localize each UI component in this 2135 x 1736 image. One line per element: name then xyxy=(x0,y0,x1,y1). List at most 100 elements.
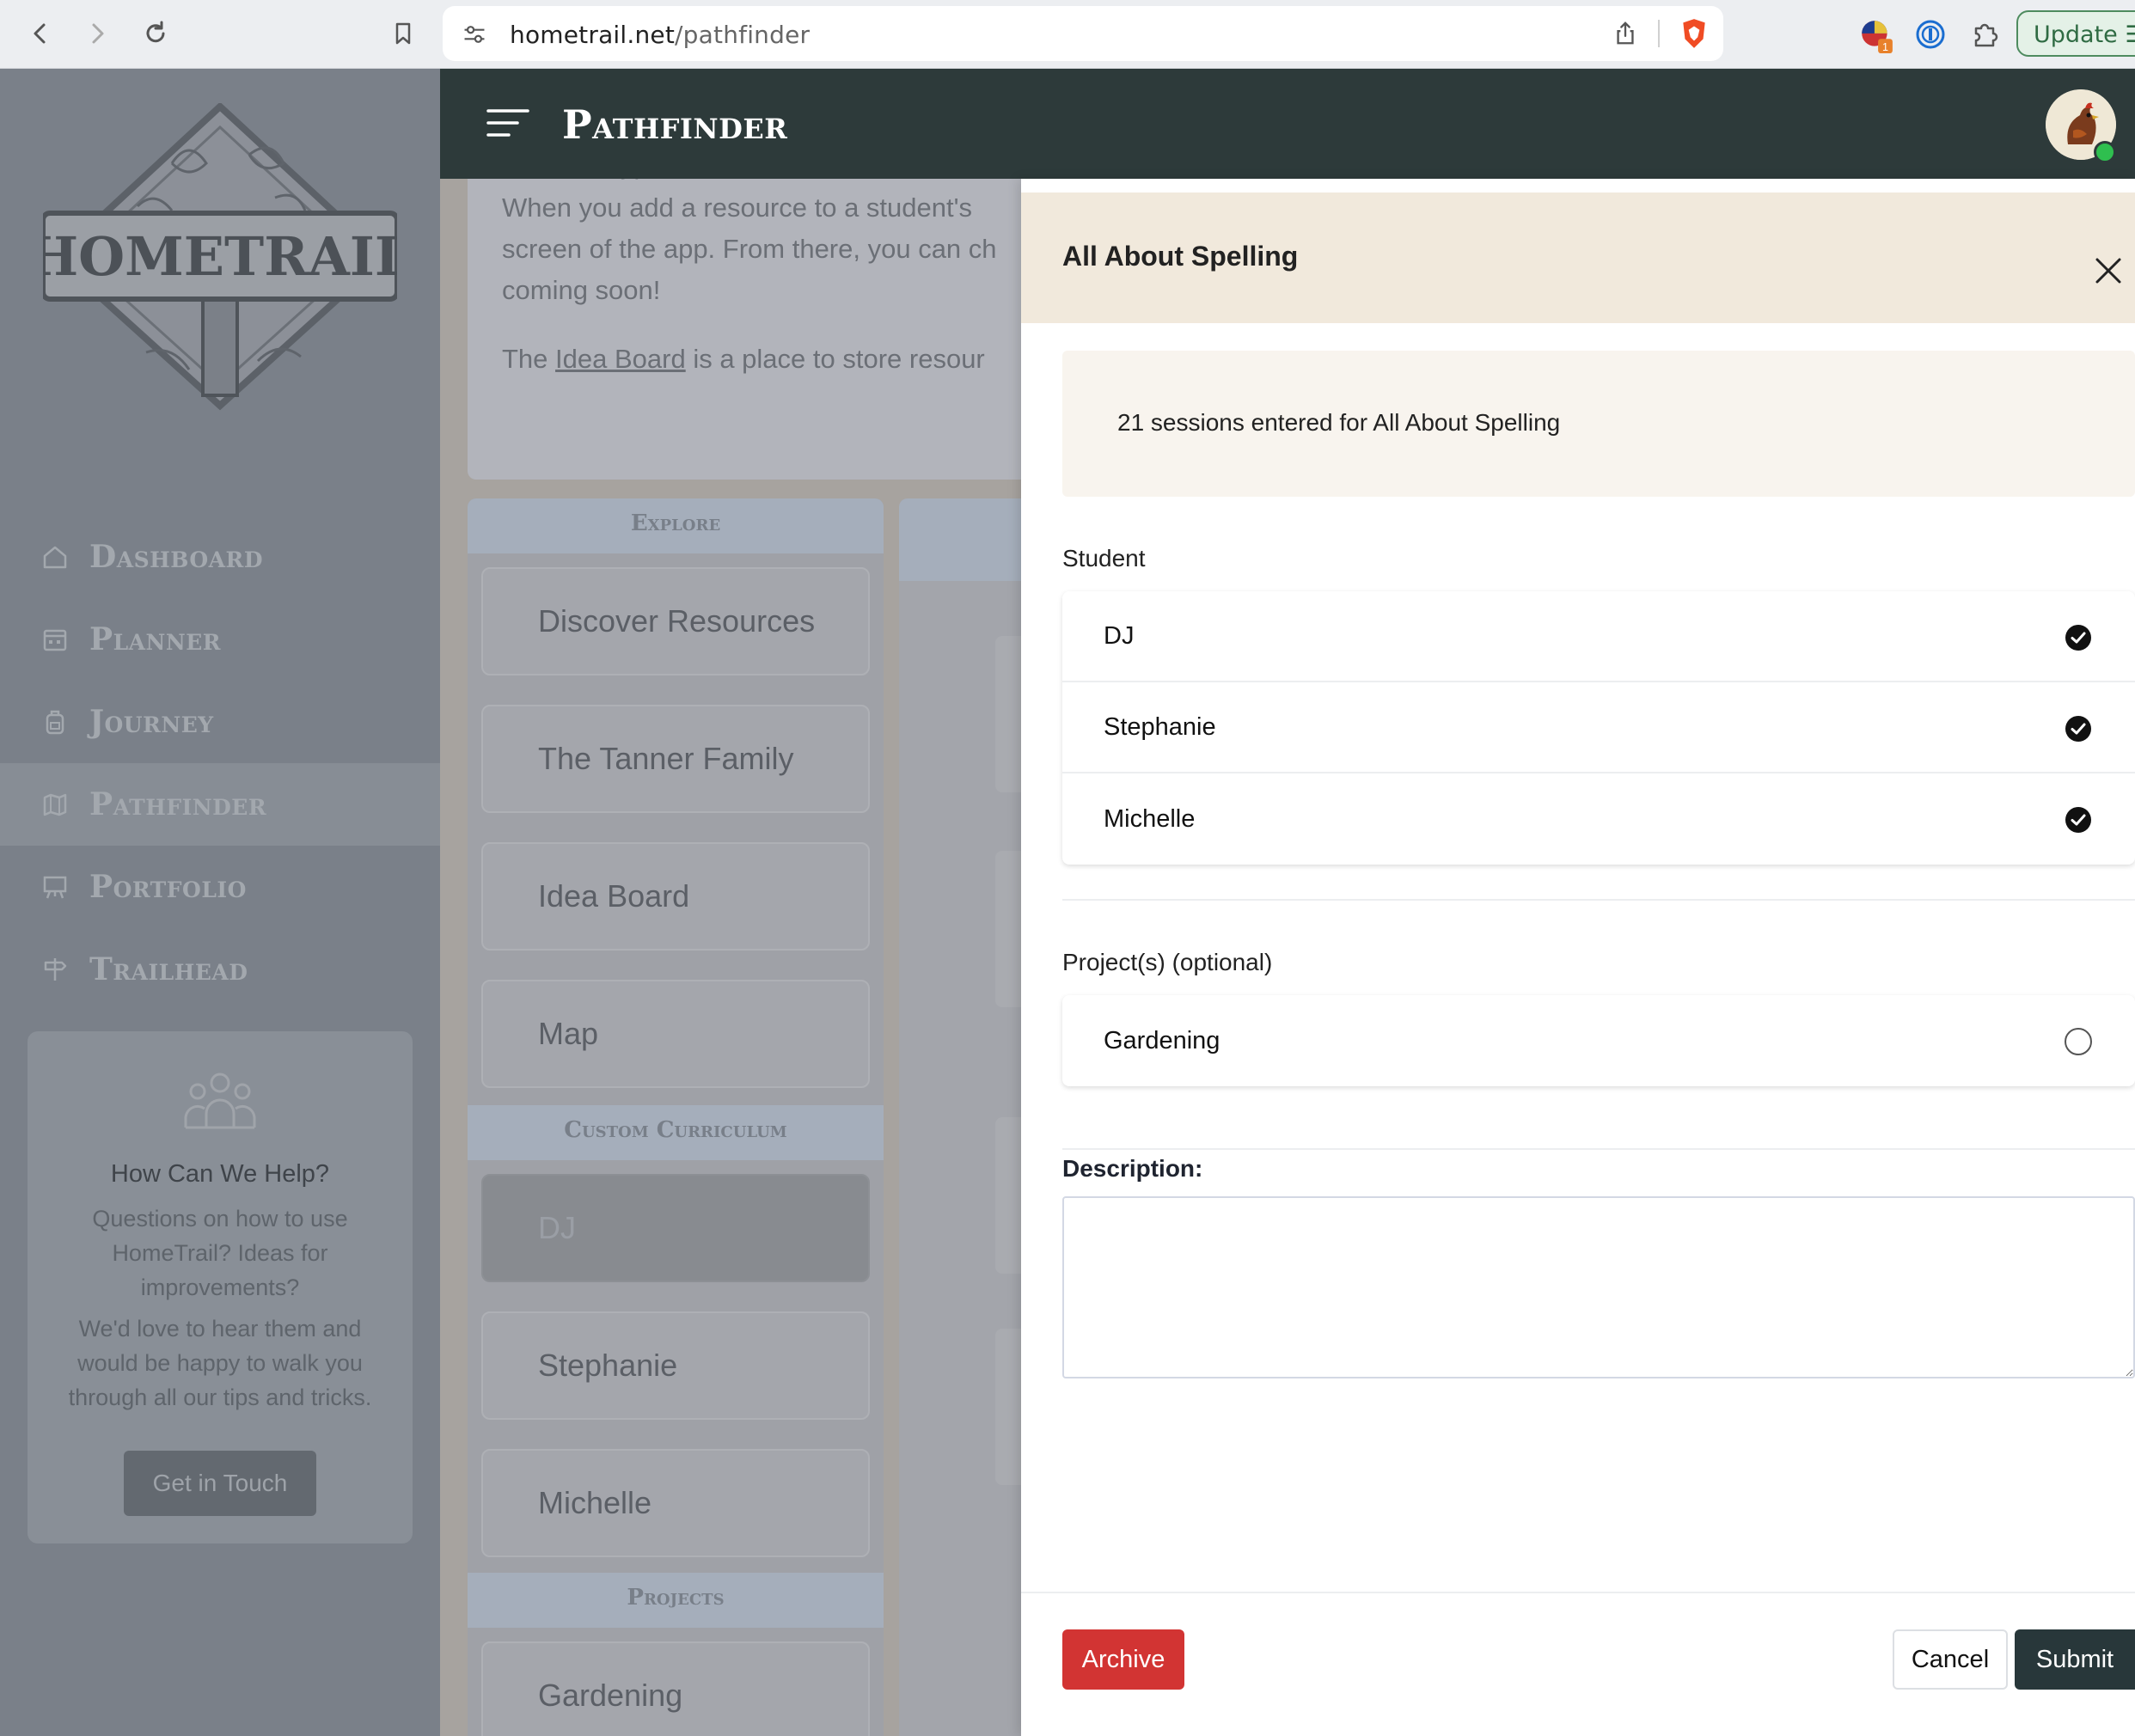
menu-item-dj[interactable]: DJ xyxy=(481,1174,870,1282)
section-explore: Explore xyxy=(468,498,884,553)
intro-text: The Idea Board is a place to store resou… xyxy=(502,344,985,374)
sidebar-item-label: Journey xyxy=(89,704,214,740)
sidebar-item-label: Portfolio xyxy=(89,869,247,905)
resource-card[interactable] xyxy=(995,1117,1025,1274)
resource-card[interactable] xyxy=(995,851,1025,1007)
sessions-info-box: 21 sessions entered for All About Spelli… xyxy=(1062,351,2135,497)
page-title: Pathfinder xyxy=(562,101,788,148)
update-button[interactable]: Update ☰ xyxy=(2016,10,2135,57)
student-list: DJ Stephanie Michelle xyxy=(1062,591,2135,865)
address-bar[interactable]: hometrail.net/pathfinder xyxy=(443,6,1723,61)
menu-item-idea-board[interactable]: Idea Board xyxy=(481,842,870,951)
sidebar-nav: Dashboard Planner Journey Pathfinder Por… xyxy=(0,516,440,1011)
close-icon[interactable] xyxy=(2092,254,2125,287)
unchecked-circle-icon[interactable] xyxy=(2065,1028,2092,1055)
sidebar-item-portfolio[interactable]: Portfolio xyxy=(0,846,440,928)
menu-item-map[interactable]: Map xyxy=(481,980,870,1088)
project-option-gardening[interactable]: Gardening xyxy=(1062,995,2135,1086)
student-option-michelle[interactable]: Michelle xyxy=(1062,773,2135,865)
student-option-dj[interactable]: DJ xyxy=(1062,591,2135,682)
menu-item-michelle[interactable]: Michelle xyxy=(481,1449,870,1557)
sidebar-item-journey[interactable]: Journey xyxy=(0,681,440,763)
signpost-icon xyxy=(44,958,67,981)
back-icon[interactable] xyxy=(19,12,62,55)
project-list: Gardening xyxy=(1062,995,2135,1086)
intro-card: resource type, and even location. When y… xyxy=(468,179,1025,480)
sidebar-item-pathfinder[interactable]: Pathfinder xyxy=(0,763,440,846)
resource-column-header xyxy=(899,498,1025,581)
url-text: hometrail.net/pathfinder xyxy=(510,21,811,49)
student-name: Stephanie xyxy=(1104,712,1216,741)
menu-item-tanner-family[interactable]: The Tanner Family xyxy=(481,705,870,813)
project-name: Gardening xyxy=(1104,1026,1220,1054)
main-content: resource type, and even location. When y… xyxy=(440,179,1025,1736)
submit-button[interactable]: Submit xyxy=(2015,1629,2135,1690)
online-status-dot xyxy=(2094,141,2116,163)
help-body: Questions on how to use HomeTrail? Ideas… xyxy=(68,1206,372,1410)
people-icon xyxy=(184,1073,256,1129)
menu-item-stephanie[interactable]: Stephanie xyxy=(481,1311,870,1420)
intro-text: When you add a resource to a student's xyxy=(502,193,973,223)
hometrail-logo[interactable]: HOMETRAIL xyxy=(28,101,412,413)
sidebar-item-dashboard[interactable]: Dashboard xyxy=(0,516,440,598)
home-icon xyxy=(43,546,67,569)
resource-column xyxy=(899,498,1025,1736)
site-settings-icon[interactable] xyxy=(460,20,489,49)
calendar-icon xyxy=(43,629,67,651)
section-projects: Projects xyxy=(468,1573,884,1628)
sidebar-item-label: Planner xyxy=(89,621,222,657)
student-option-stephanie[interactable]: Stephanie xyxy=(1062,682,2135,773)
sessions-info-text: 21 sessions entered for All About Spelli… xyxy=(1117,409,1561,436)
student-label: Student xyxy=(1062,545,1146,572)
checkmark-icon[interactable] xyxy=(2065,624,2092,651)
password-manager-icon[interactable] xyxy=(1913,17,1948,52)
intro-text: coming soon! xyxy=(502,275,661,305)
sidebar-item-label: Trailhead xyxy=(89,951,248,987)
get-in-touch-button[interactable]: Get in Touch xyxy=(124,1451,316,1516)
map-icon xyxy=(43,793,67,816)
cancel-button[interactable]: Cancel xyxy=(1893,1629,2008,1690)
drawer-title: All About Spelling xyxy=(1062,241,1299,272)
intro-text: screen of the app. From there, you can c… xyxy=(502,234,997,264)
resource-card[interactable] xyxy=(995,636,1025,792)
section-divider xyxy=(1062,1148,2135,1150)
reload-icon[interactable] xyxy=(134,12,177,55)
resource-card[interactable] xyxy=(995,1329,1025,1485)
svg-text:1: 1 xyxy=(1882,41,1888,53)
sidebar-item-trailhead[interactable]: Trailhead xyxy=(0,928,440,1011)
intro-text: resource type, and even location. xyxy=(502,179,895,186)
archive-button[interactable]: Archive xyxy=(1062,1629,1184,1690)
idea-board-link[interactable]: Idea Board xyxy=(555,344,686,374)
extensions-puzzle-icon[interactable] xyxy=(1967,15,2003,52)
help-title: How Can We Help? xyxy=(110,1160,330,1188)
menu-item-discover-resources[interactable]: Discover Resources xyxy=(481,567,870,675)
student-name: Michelle xyxy=(1104,804,1196,833)
menu-icon[interactable] xyxy=(486,107,529,138)
brave-shield-icon[interactable] xyxy=(1677,16,1711,51)
drawer-header: All About Spelling xyxy=(1021,193,2135,323)
projects-label: Project(s) (optional) xyxy=(1062,949,1273,975)
share-icon[interactable] xyxy=(1610,18,1641,49)
sidebar-item-planner[interactable]: Planner xyxy=(0,598,440,681)
session-drawer: All About Spelling 21 sessions entered f… xyxy=(1021,179,2135,1736)
help-card: How Can We Help? Questions on how to use… xyxy=(28,1031,413,1543)
forward-icon[interactable] xyxy=(76,12,119,55)
easel-icon xyxy=(43,876,67,899)
checkmark-icon[interactable] xyxy=(2065,715,2092,743)
section-custom-curriculum: Custom Curriculum xyxy=(468,1105,884,1160)
checkmark-icon[interactable] xyxy=(2065,806,2092,834)
url-divider xyxy=(1658,20,1660,47)
browser-toolbar: hometrail.net/pathfinder 1 Update ☰ xyxy=(0,0,2135,69)
extension-icon[interactable]: 1 xyxy=(1857,15,1896,55)
menu-item-gardening[interactable]: Gardening xyxy=(481,1641,870,1736)
pathfinder-menu-panel: Explore Discover Resources The Tanner Fa… xyxy=(468,498,884,1736)
sidebar-item-label: Pathfinder xyxy=(89,786,267,822)
sidebar: HOMETRAIL Dashboard Planner Journey Path… xyxy=(0,69,440,1736)
svg-text:HOMETRAIL: HOMETRAIL xyxy=(43,225,397,288)
app-header: Pathfinder xyxy=(440,69,2135,179)
description-textarea[interactable] xyxy=(1062,1196,2135,1378)
backpack-icon xyxy=(46,710,64,735)
bookmark-icon[interactable] xyxy=(382,12,425,55)
sidebar-item-label: Dashboard xyxy=(89,539,264,575)
section-divider xyxy=(1062,899,2135,901)
